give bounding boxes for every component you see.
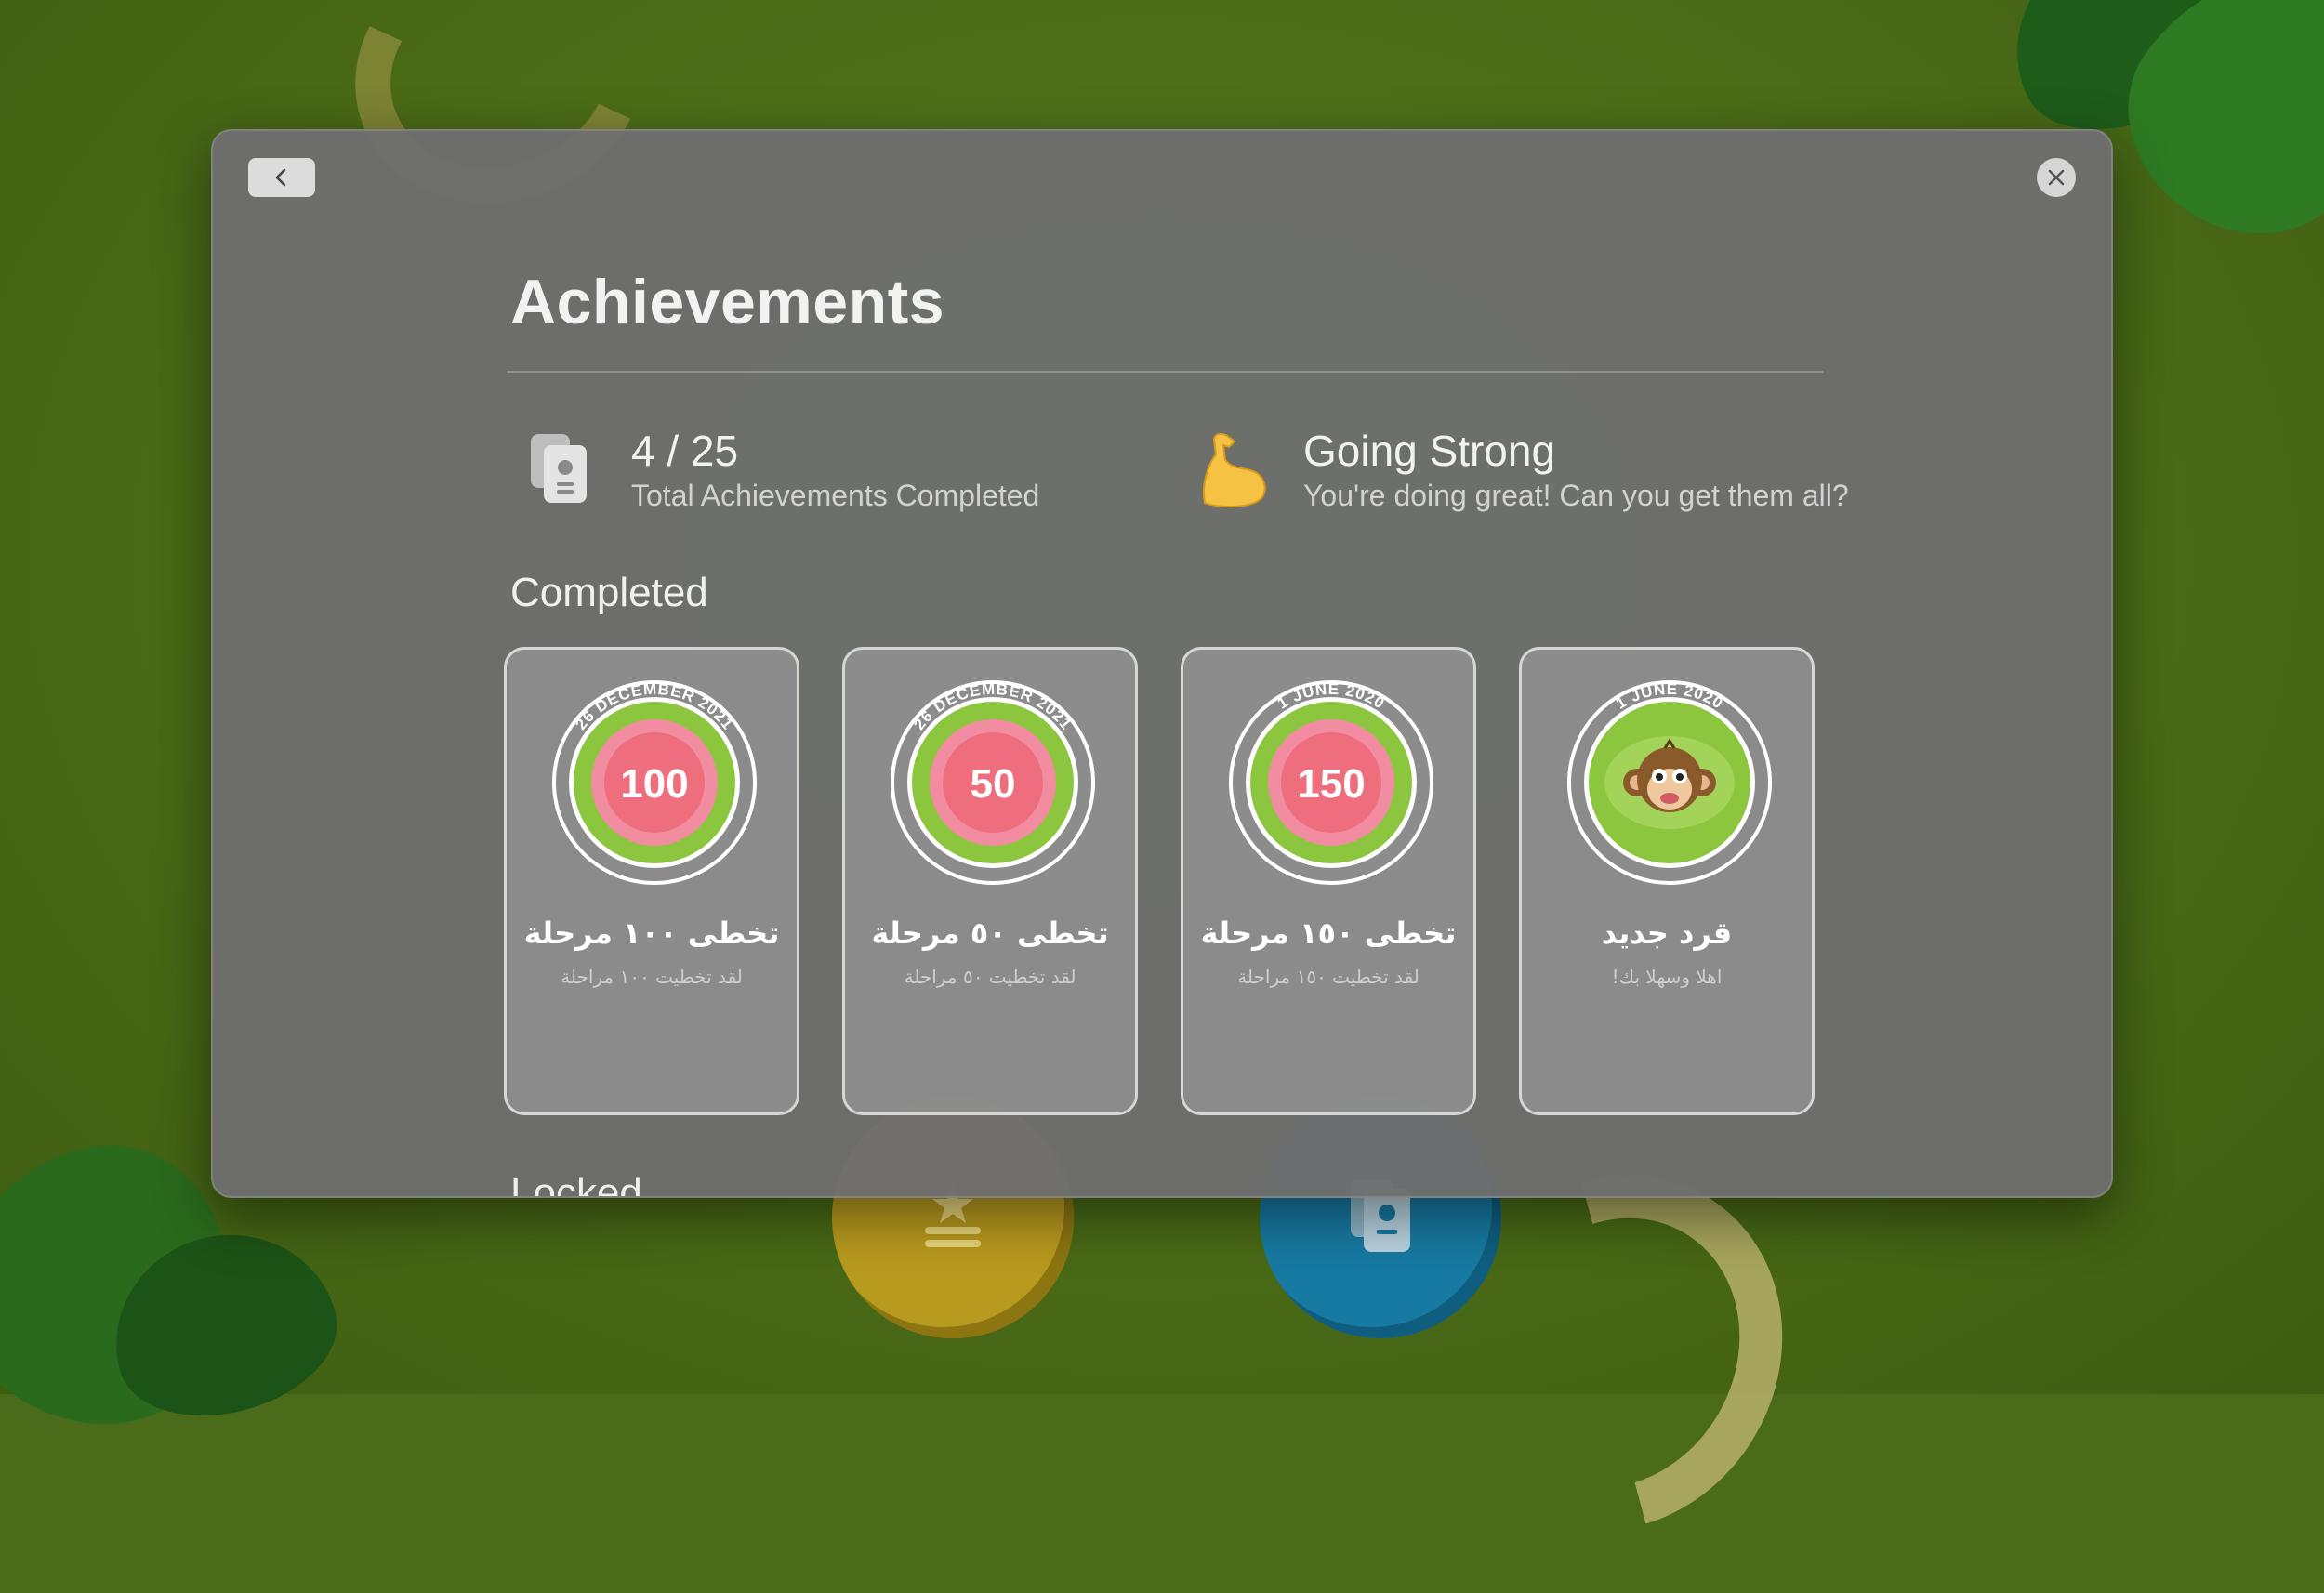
stage-badge: 26 DECEMBER 202150 bbox=[891, 680, 1095, 885]
achievement-card[interactable]: 26 DECEMBER 2021 50 تخطى ٥٠ مرحلة لقد تخطيت… bbox=[842, 647, 1138, 1115]
stage-badge: 1 JUNE 2020150 bbox=[1229, 680, 1433, 885]
stage-badge: 26 DECEMBER 2021100 bbox=[552, 680, 757, 885]
achievement-title: تخطى ١٠٠ مرحلة bbox=[523, 915, 780, 951]
achievement-description: اهلا وسهلا بك! bbox=[1611, 966, 1723, 988]
achievement-description: لقد تخطيت ١٥٠ مراحلة bbox=[1237, 966, 1419, 988]
chevron-left-icon bbox=[275, 168, 286, 187]
completed-section-heading: Completed bbox=[510, 570, 708, 615]
achievement-description: لقد تخطيت ١٠٠ مراحلة bbox=[561, 966, 743, 988]
achievement-cards-icon bbox=[531, 434, 587, 503]
title-divider bbox=[507, 371, 1823, 373]
achievement-title: تخطى ١٥٠ مرحلة bbox=[1200, 915, 1457, 951]
achievements-modal: Achievements 4 / 25 Total Achievements C… bbox=[211, 129, 2113, 1198]
badge-number: 100 bbox=[620, 761, 688, 807]
going-strong-stat: Going Strong You're doing great! Can you… bbox=[1192, 427, 1849, 516]
locked-section-heading: Locked bbox=[510, 1170, 642, 1198]
achievement-description: لقد تخطيت ٥٠ مراحلة bbox=[904, 966, 1076, 988]
total-achievements-label: Total Achievements Completed bbox=[631, 479, 1040, 512]
page-title: Achievements bbox=[510, 267, 945, 337]
badge-number: 150 bbox=[1297, 761, 1365, 807]
achievement-title: تخطى ٥٠ مرحلة bbox=[871, 915, 1109, 951]
badge-number: 50 bbox=[971, 761, 1016, 807]
total-achievements-stat: 4 / 25 Total Achievements Completed bbox=[520, 427, 1039, 516]
achievement-card[interactable]: 1 JUNE 2020 150 تخطى ١٥٠ مرحلة لقد تخطيت ١٥… bbox=[1181, 647, 1476, 1115]
achievement-card[interactable]: 26 DECEMBER 2021 100 تخطى ١٠٠ مرحلة لقد تخط… bbox=[504, 647, 799, 1115]
streak-message: You're doing great! Can you get them all… bbox=[1303, 479, 1849, 512]
achievement-card[interactable]: 1 JUNE 2020 قرد جديد اهلا وسهلا بك! bbox=[1519, 647, 1815, 1115]
close-button[interactable] bbox=[2037, 158, 2076, 197]
achievement-title: قرد جديد bbox=[1601, 915, 1733, 951]
total-achievements-value: 4 / 25 bbox=[631, 427, 739, 475]
streak-title: Going Strong bbox=[1303, 427, 1556, 475]
back-button[interactable] bbox=[248, 158, 315, 197]
flexed-biceps-icon bbox=[1203, 432, 1266, 508]
monkey-badge: 1 JUNE 2020 bbox=[1567, 680, 1772, 885]
close-icon bbox=[2048, 169, 2065, 186]
